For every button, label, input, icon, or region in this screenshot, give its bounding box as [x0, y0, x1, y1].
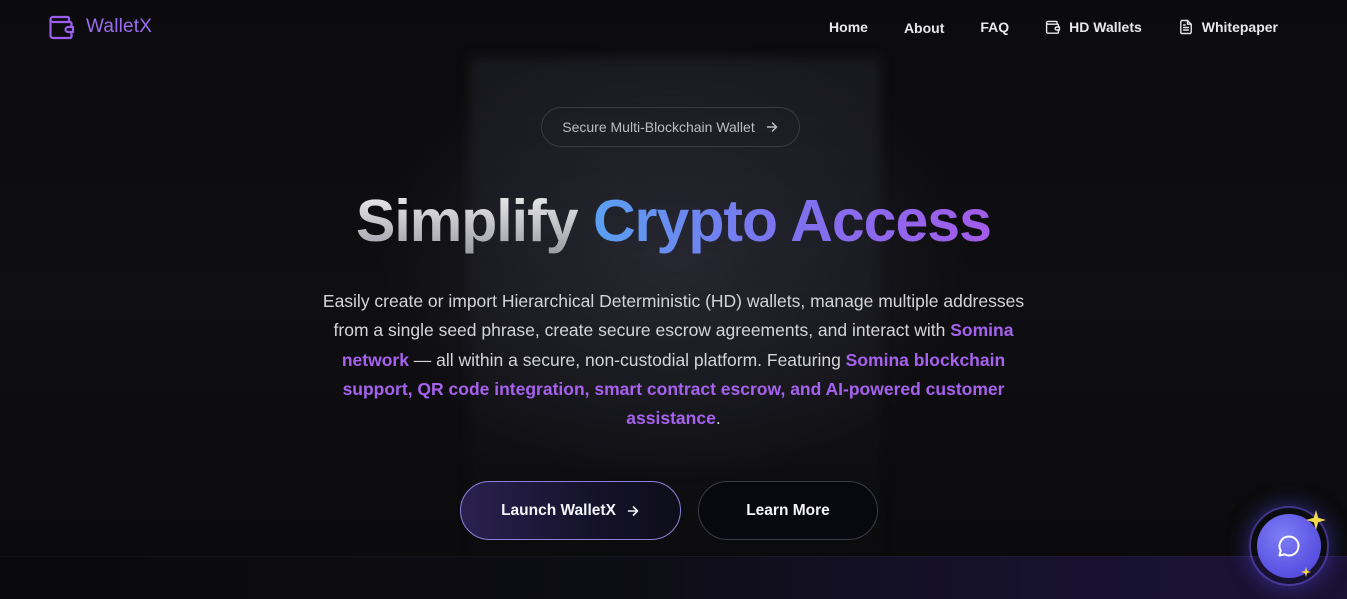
- nav-faq-link[interactable]: FAQ: [980, 19, 1009, 35]
- arrow-right-icon: [627, 505, 639, 516]
- nav-about-label: About: [903, 20, 945, 36]
- arrow-right-icon: [766, 122, 777, 132]
- nav-links: Home About FAQ HD Wallets Whitepaper: [793, 18, 1278, 36]
- nav-hd-wallets-link[interactable]: HD Wallets: [1045, 19, 1142, 35]
- nav-faq-label: FAQ: [980, 19, 1010, 35]
- learn-more-label: Learn More: [746, 501, 830, 519]
- hero-title-part2: Crypto Access: [592, 188, 992, 254]
- nav-whitepaper-link[interactable]: Whitepaper: [1178, 19, 1278, 35]
- sparkle-icon: [1301, 567, 1311, 577]
- document-icon: [1179, 19, 1192, 35]
- desc-text-1: Easily create or import Hierarchical Det…: [322, 291, 1025, 341]
- desc-text-3: .: [715, 408, 721, 429]
- nav-whitepaper-label: Whitepaper: [1201, 19, 1278, 35]
- wallet-icon: [1046, 20, 1061, 34]
- desc-text-2: — all within a secure, non-custodial pla…: [408, 349, 846, 370]
- learn-more-button[interactable]: Learn More: [698, 481, 878, 540]
- bottom-section-edge: [0, 556, 1347, 599]
- nav-home-label: Home: [829, 19, 868, 35]
- hero-badge-label: Secure Multi-Blockchain Wallet: [562, 119, 755, 135]
- brand-logo[interactable]: WalletX: [48, 13, 152, 41]
- wallet-icon: [49, 15, 75, 40]
- hero-title-part1: Simplify: [356, 188, 578, 254]
- hero-description: Easily create or import Hierarchical Det…: [306, 287, 1041, 433]
- brand-name: WalletX: [86, 16, 153, 37]
- chat-bubble-icon: [1278, 535, 1300, 557]
- launch-walletx-label: Launch WalletX: [501, 501, 616, 519]
- nav-about-link[interactable]: About: [904, 20, 944, 36]
- nav-hd-wallets-label: HD Wallets: [1069, 19, 1142, 35]
- nav-home-link[interactable]: Home: [829, 19, 868, 35]
- hero-title: Simplify Crypto Access: [0, 186, 1347, 256]
- hero-badge[interactable]: Secure Multi-Blockchain Wallet: [541, 107, 800, 147]
- navbar: WalletX Home About FAQ HD Wallets Whitep…: [0, 0, 1347, 56]
- page: WalletX Home About FAQ HD Wallets Whitep…: [0, 0, 1347, 599]
- launch-walletx-button[interactable]: Launch WalletX: [460, 481, 681, 540]
- sparkle-icon: [1306, 510, 1326, 530]
